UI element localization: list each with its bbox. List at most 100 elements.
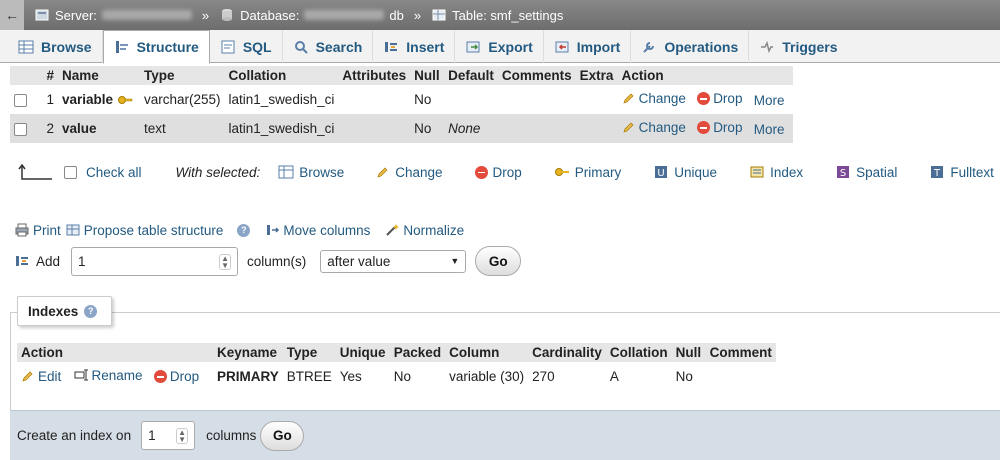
breadcrumb-server[interactable]: Server: [34,7,192,23]
col-header-type[interactable]: Type [140,66,225,85]
pencil-icon [623,122,634,133]
tab-operations[interactable]: Operations [631,30,750,63]
tab-browse[interactable]: Browse [8,30,103,63]
tab-export[interactable]: Export [455,30,544,63]
bulk-drop-button[interactable]: Drop [474,165,522,180]
column-name: variable [62,91,114,107]
index-column: variable (30) [445,362,529,391]
rename-index-link[interactable]: Rename [73,367,143,383]
check-all[interactable]: Check all [64,165,142,180]
column-null: No [410,85,445,114]
col-header-default[interactable]: Default [444,66,498,85]
print-link[interactable]: Print [14,222,61,238]
idx-header-column: Column [445,343,529,362]
bulk-unique-button[interactable]: U Unique [653,164,717,180]
breadcrumb: ← Server: » Database: db » Table: smf_se… [0,0,1000,30]
stepper-icon[interactable]: ▲ ▼ [219,253,232,270]
change-link[interactable]: Change [622,91,686,106]
pencil-icon [22,371,33,382]
tab-search[interactable]: Search [283,30,374,63]
normalize-link[interactable]: Normalize [384,222,464,238]
bulk-browse-button[interactable]: Browse [278,164,344,180]
index-keyname: PRIMARY [213,362,283,391]
column-default [444,85,498,114]
tab-insert[interactable]: Insert [373,30,456,63]
column-default: None [444,114,498,143]
row-number: 2 [38,114,58,143]
insert-icon [385,41,398,52]
col-header-name[interactable]: Name [58,66,140,85]
with-selected-bar: Check all With selected: Browse Change D… [18,163,994,181]
col-header-num[interactable]: # [38,66,58,85]
check-all-checkbox[interactable] [64,165,77,179]
bulk-change-button[interactable]: Change [376,165,443,180]
search-icon [294,40,308,54]
index-comment [705,362,776,391]
spatial-icon: S [837,166,850,179]
move-columns-icon [267,225,280,235]
columns-unit-label: column(s) [247,253,307,269]
idx-header-packed: Packed [389,343,446,362]
drop-index-link[interactable]: Drop [153,369,199,384]
tab-import[interactable]: Import [544,30,632,63]
column-attributes [338,114,411,143]
column-position-select[interactable]: after value ▼ [320,249,467,273]
propose-structure-link[interactable]: Propose table structure [65,222,223,238]
import-icon [555,41,569,52]
help-icon[interactable]: ? [237,223,251,237]
structure-table: # Name Type Collation Attributes Null De… [10,66,793,143]
pencil-icon [623,93,634,104]
create-index-count-input[interactable]: 1 ▲ ▼ [141,421,196,450]
column-null: No [410,114,445,143]
structure-tools: Print Propose table structure ? Move col… [14,222,464,238]
row-checkbox[interactable] [14,122,27,136]
key-icon [554,168,569,176]
row-checkbox[interactable] [14,93,27,107]
edit-index-link[interactable]: Edit [21,369,61,384]
table-icon [432,9,446,21]
change-link[interactable]: Change [622,120,686,135]
propose-table-icon [66,224,80,236]
back-arrow-icon[interactable]: ← [0,0,24,30]
bulk-spatial-button[interactable]: S Spatial [835,164,897,180]
tab-sql[interactable]: SQL [210,30,283,63]
index-unique: Yes [335,362,390,391]
breadcrumb-separator: » [201,7,210,23]
add-columns-go-button[interactable]: Go [475,246,522,276]
add-columns-count-input[interactable]: 1 ▲ ▼ [71,246,239,276]
col-header-attributes[interactable]: Attributes [338,66,411,85]
help-icon[interactable]: ? [84,304,98,318]
table-row: Edit Rename Drop PRIMARY BTREE Yes No va… [17,362,776,391]
arrow-up-left-icon [18,163,52,180]
indexes-title: Indexes [28,303,79,319]
bulk-index-button[interactable]: Index [749,164,803,180]
tab-structure[interactable]: Structure [102,30,210,64]
tab-triggers[interactable]: Triggers [749,30,847,63]
create-index-bar: Create an index on 1 ▲ ▼ columns Go [10,410,1000,460]
breadcrumb-database[interactable]: Database: db [219,7,404,23]
index-packed: No [389,362,446,391]
wrench-icon [643,41,655,53]
column-name: value [62,121,97,136]
drop-link[interactable]: Drop [697,91,742,106]
drop-icon [697,92,711,106]
index-actions: Edit Rename Drop [17,362,213,391]
drop-icon [697,121,711,135]
bulk-primary-button[interactable]: Primary [554,165,621,180]
rename-icon [74,369,88,381]
col-header-collation[interactable]: Collation [224,66,339,85]
drop-link[interactable]: Drop [697,120,742,135]
col-header-extra[interactable]: Extra [575,66,618,85]
col-header-action: Action [617,66,793,85]
bulk-fulltext-button[interactable]: T Fulltext [929,164,994,180]
column-attributes [338,85,411,114]
col-header-null[interactable]: Null [410,66,445,85]
more-link[interactable]: More [754,93,785,108]
more-link[interactable]: More [754,122,785,137]
create-index-go-button[interactable]: Go [260,420,305,451]
column-collation: latin1_swedish_ci [224,85,339,114]
stepper-icon[interactable]: ▲ ▼ [176,428,189,444]
move-columns-link[interactable]: Move columns [264,222,370,238]
col-header-comments[interactable]: Comments [497,66,576,85]
breadcrumb-table[interactable]: Table: smf_settings [431,7,563,23]
